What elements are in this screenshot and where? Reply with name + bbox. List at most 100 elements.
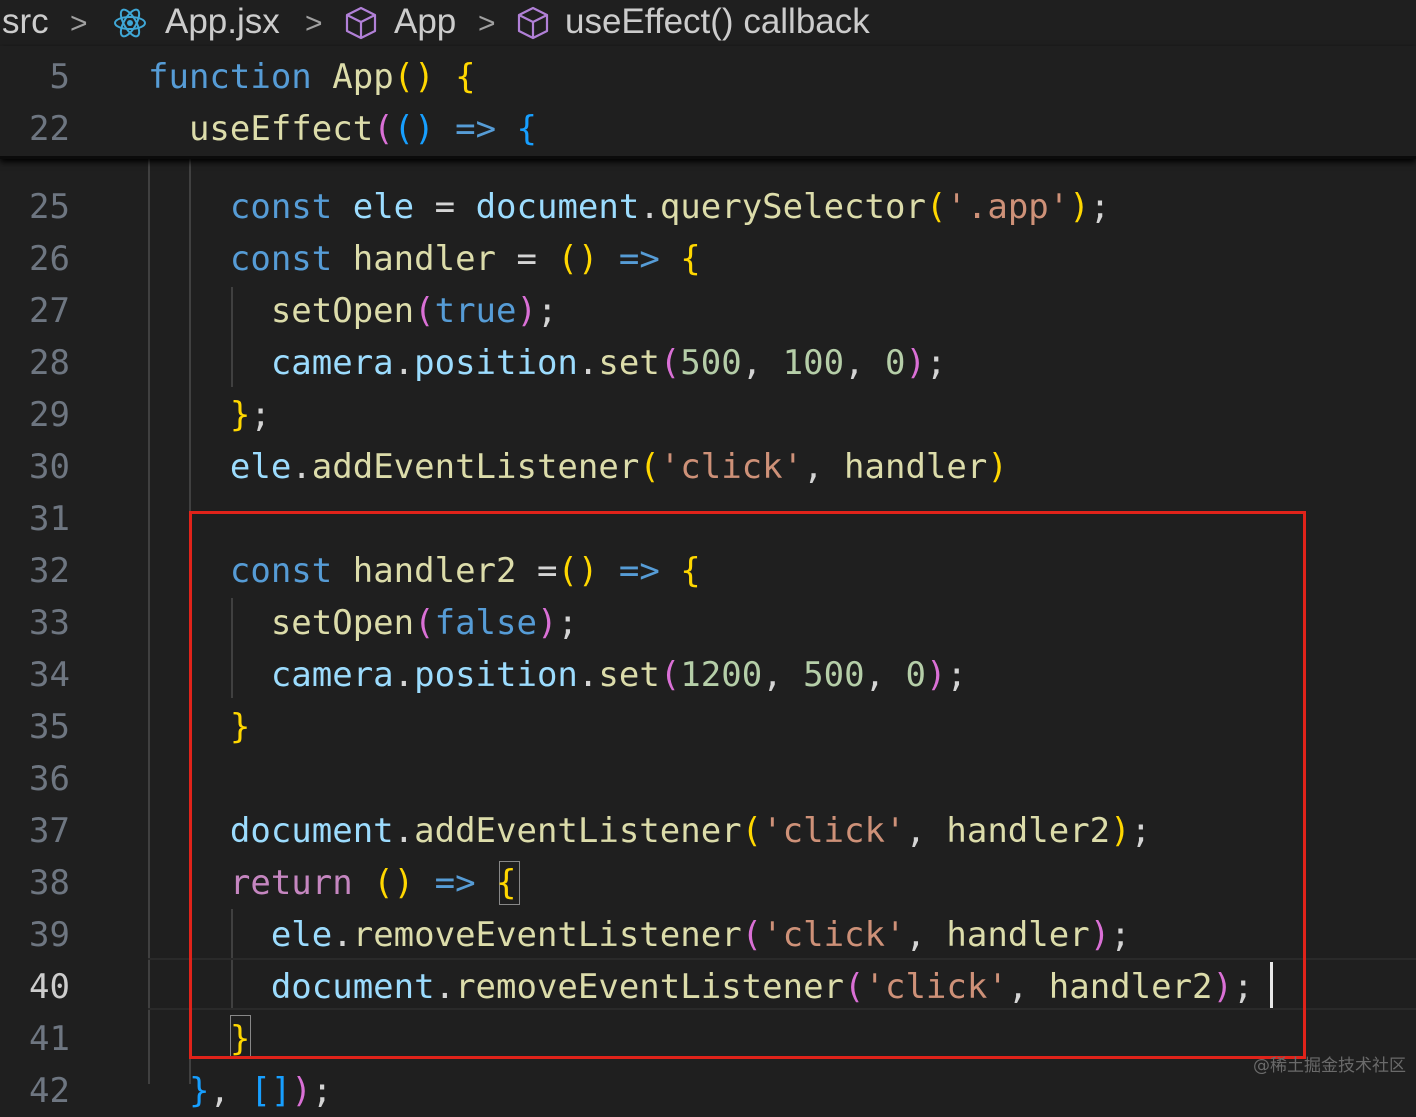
code-token: , [905, 915, 947, 955]
code-token: ; [250, 395, 271, 435]
code-token: 'click' [762, 915, 906, 955]
code-token: function [148, 57, 312, 97]
code-text[interactable]: document.addEventListener('click', handl… [148, 805, 1151, 857]
code-text[interactable]: } [148, 1013, 250, 1065]
code-token: ; [1130, 811, 1152, 851]
code-token: ) [1089, 915, 1111, 955]
breadcrumb-item-callback[interactable]: useEffect() callback [565, 2, 870, 42]
breadcrumb-item-component[interactable]: App [394, 2, 456, 42]
code-line[interactable]: 31 [0, 493, 1416, 545]
code-token: 'click' [762, 811, 906, 851]
code-text[interactable]: const ele = document.querySelector('.app… [148, 181, 1110, 233]
code-line[interactable]: 41 } [0, 1013, 1416, 1065]
code-text[interactable]: const handler2 =() => { [148, 545, 701, 597]
code-token: handler [946, 915, 1090, 955]
breadcrumb-item-src[interactable]: src [2, 2, 49, 42]
code-line[interactable]: 29 }; [0, 389, 1416, 441]
code-token: document [475, 187, 640, 227]
code-line[interactable]: 38 return () => { [0, 857, 1416, 909]
code-line[interactable]: 39 ele.removeEventListener('click', hand… [0, 909, 1416, 961]
code-text[interactable]: } [148, 701, 250, 753]
code-line[interactable]: 42 }, []); [0, 1065, 1416, 1117]
code-token: . [434, 967, 456, 1007]
watermark: @稀土掘金技术社区 [1253, 1056, 1406, 1076]
code-token: , [762, 655, 804, 695]
line-number: 41 [29, 1019, 70, 1059]
code-token: } [229, 395, 251, 435]
sticky-scroll-header[interactable]: 5 function App() {22 useEffect(() => { [0, 46, 1416, 159]
code-token: 0 [885, 343, 906, 383]
code-token: set [598, 343, 660, 383]
code-token: => [598, 239, 681, 279]
code-token: ; [926, 343, 947, 383]
code-line[interactable]: 37 document.addEventListener('click', ha… [0, 805, 1416, 857]
code-line[interactable]: 25 const ele = document.querySelector('.… [0, 181, 1416, 233]
code-token: ) [1212, 967, 1233, 1007]
code-text[interactable]: ele.removeEventListener('click', handler… [148, 909, 1131, 961]
code-token: } [229, 1019, 251, 1059]
code-token: handler [844, 447, 988, 487]
code-token: ) [987, 447, 1008, 487]
text-cursor [1270, 962, 1273, 1008]
code-text[interactable]: }; [148, 389, 271, 441]
code-text[interactable]: camera.position.set(500, 100, 0); [148, 337, 947, 389]
code-line[interactable]: 5 function App() { [0, 51, 1416, 103]
code-token: ) [291, 1071, 312, 1111]
line-number: 40 [29, 967, 70, 1007]
code-token: setOpen [270, 603, 415, 643]
code-token: => [598, 551, 681, 591]
code-line[interactable]: 32 const handler2 =() => { [0, 545, 1416, 597]
code-line[interactable]: 40 document.removeEventListener('click',… [0, 961, 1416, 1013]
code-line[interactable]: 30 ele.addEventListener('click', handler… [0, 441, 1416, 493]
code-text[interactable]: setOpen(false); [148, 597, 578, 649]
cube-icon [515, 5, 551, 50]
code-line[interactable]: 35 } [0, 701, 1416, 753]
breadcrumb-separator: > [305, 7, 323, 40]
code-token: addEventListener [311, 447, 640, 487]
line-number: 25 [29, 187, 70, 227]
code-text[interactable]: useEffect(() => { [148, 103, 537, 155]
code-text[interactable]: return () => { [148, 857, 517, 909]
code-line[interactable]: 34 camera.position.set(1200, 500, 0); [0, 649, 1416, 701]
code-line[interactable]: 28 camera.position.set(500, 100, 0); [0, 337, 1416, 389]
code-text[interactable]: camera.position.set(1200, 500, 0); [148, 649, 967, 701]
code-token: , [864, 655, 906, 695]
code-token: removeEventListener [455, 967, 845, 1007]
code-text[interactable]: function App() { [148, 51, 476, 103]
code-token: ; [311, 1071, 333, 1111]
code-token: ) [536, 603, 558, 643]
code-line[interactable]: 33 setOpen(false); [0, 597, 1416, 649]
code-token: } [188, 1071, 210, 1111]
code-text[interactable]: ele.addEventListener('click', handler) [148, 441, 1008, 493]
code-line[interactable]: 36 [0, 753, 1416, 805]
code-token: ; [536, 291, 558, 331]
code-token: ( [414, 291, 435, 331]
code-line[interactable]: 26 const handler = () => { [0, 233, 1416, 285]
breadcrumb-item-file[interactable]: App.jsx [165, 2, 280, 42]
code-token: . [393, 811, 415, 851]
code-line[interactable]: 22 useEffect(() => { [0, 103, 1416, 155]
code-text[interactable]: }, []); [148, 1065, 332, 1117]
code-token: 500 [803, 655, 865, 695]
code-token: . [577, 343, 599, 383]
code-token: () [557, 239, 599, 279]
code-token: const [229, 187, 333, 227]
line-number: 30 [29, 447, 70, 487]
code-token: ele [270, 915, 333, 955]
code-text[interactable]: const handler = () => { [148, 233, 701, 285]
code-line[interactable]: 27 setOpen(true); [0, 285, 1416, 337]
code-text[interactable]: setOpen(true); [148, 285, 558, 337]
code-token: 500 [680, 343, 742, 383]
code-text[interactable]: document.removeEventListener('click', ha… [148, 961, 1254, 1013]
code-token: position [414, 343, 578, 383]
line-number: 26 [29, 239, 70, 279]
code-token: { [455, 57, 476, 97]
